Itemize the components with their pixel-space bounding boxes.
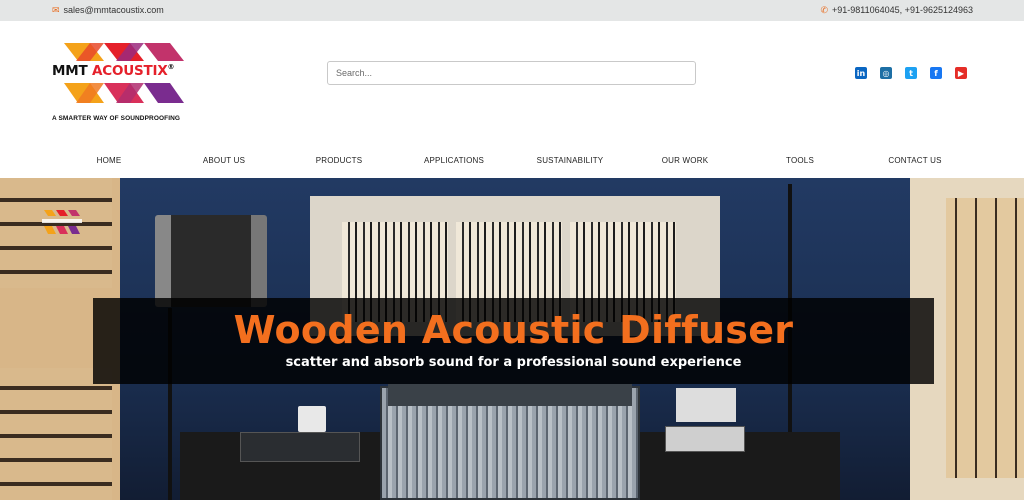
hero-watermark-logo-icon [42, 210, 82, 234]
hero-wood-diffuser-right [946, 198, 1024, 478]
brand-tagline: A SMARTER WAY OF SOUNDPROOFING [52, 115, 181, 122]
brand-name-part1: MMT [52, 63, 88, 79]
instagram-icon[interactable]: ◎ [880, 67, 892, 79]
hero-title: Wooden Acoustic Diffuser [233, 308, 794, 352]
email-text[interactable]: sales@mmtacoustix.com [64, 5, 164, 15]
hero-wood-diffuser-left-bottom [0, 368, 112, 500]
hero-console-meter-bridge [388, 384, 632, 406]
hero-outboard-gear [665, 426, 745, 452]
brand-name: MMT ACOUSTIX® [52, 63, 175, 79]
top-contact-bar: ✉ sales@mmtacoustix.com ✆ +91-9811064045… [0, 0, 1024, 21]
nav-products[interactable]: PRODUCTS [316, 156, 363, 165]
nav-tools[interactable]: TOOLS [786, 156, 814, 165]
hero-speaker-left [298, 406, 326, 432]
site-header: MMT ACOUSTIX® A SMARTER WAY OF SOUNDPROO… [0, 21, 1024, 141]
linkedin-icon[interactable]: in [855, 67, 867, 79]
search-input[interactable] [327, 61, 696, 85]
phone-text[interactable]: +91-9811064045, +91-9625124963 [832, 5, 973, 15]
hero-mic-shield [155, 215, 267, 307]
hero-subtitle: scatter and absorb sound for a professio… [285, 355, 742, 370]
hero-banner: Wooden Acoustic Diffuser scatter and abs… [0, 178, 1024, 500]
brand-logo[interactable]: MMT ACOUSTIX® A SMARTER WAY OF SOUNDPROO… [50, 39, 195, 129]
nav-our-work[interactable]: OUR WORK [662, 156, 709, 165]
nav-home[interactable]: HOME [97, 156, 122, 165]
nav-sustainability[interactable]: SUSTAINABILITY [537, 156, 604, 165]
nav-applications[interactable]: APPLICATIONS [424, 156, 484, 165]
hero-speaker-right [676, 388, 736, 422]
nav-about-us[interactable]: ABOUT US [203, 156, 245, 165]
envelope-icon: ✉ [52, 4, 60, 15]
hero-caption-box: Wooden Acoustic Diffuser scatter and abs… [93, 298, 934, 384]
contact-email[interactable]: ✉ sales@mmtacoustix.com [52, 5, 164, 15]
youtube-icon[interactable]: ▶ [955, 67, 967, 79]
hero-rack-unit [240, 432, 360, 462]
twitter-icon[interactable]: t [905, 67, 917, 79]
nav-contact-us[interactable]: CONTACT US [888, 156, 941, 165]
phone-icon: ✆ [820, 4, 829, 15]
registered-mark: ® [167, 63, 175, 71]
brand-name-part2: ACOUSTIX [91, 63, 168, 79]
contact-phone[interactable]: ✆ +91-9811064045, +91-9625124963 [820, 5, 973, 15]
facebook-icon[interactable]: f [930, 67, 942, 79]
main-nav: HOME ABOUT US PRODUCTS APPLICATIONS SUST… [0, 150, 1024, 174]
social-links: in ◎ t f ▶ [855, 67, 967, 79]
